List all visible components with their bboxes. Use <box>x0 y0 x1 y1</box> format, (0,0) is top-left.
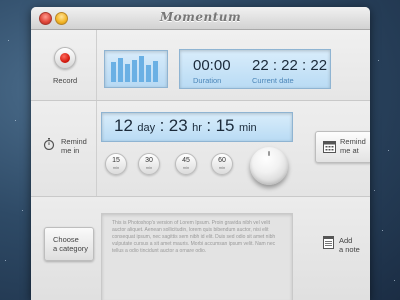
app-window: Momentum Record 00:00 Duration 22 : 22 :… <box>31 7 370 300</box>
remind-at-label-2: me at <box>340 146 359 155</box>
record-button[interactable] <box>54 47 76 69</box>
recorder-section: Record 00:00 Duration 22 : 22 : 22 Curre… <box>31 30 370 101</box>
divider <box>96 30 97 100</box>
current-time-label: Current date <box>252 76 294 85</box>
divider <box>96 101 97 196</box>
notes-section: Choose a category This is Photoshop's ve… <box>31 197 370 300</box>
remind-at-label-1: Remind <box>340 137 366 146</box>
choose-category-button[interactable]: Choose a category <box>44 227 94 261</box>
minutes-unit: min <box>238 122 257 134</box>
app-title: Momentum <box>159 10 242 24</box>
stopwatch-icon <box>43 138 55 150</box>
duration-label: Duration <box>193 76 222 85</box>
record-icon <box>60 53 70 63</box>
countdown-display[interactable]: 12 day : 23 hr : 15 min <box>101 112 293 142</box>
minutes-value: 15 <box>215 116 235 135</box>
remind-in-label-1: Remind <box>61 137 87 146</box>
time-display: 00:00 Duration 22 : 22 : 22 Current date <box>179 49 331 89</box>
hours-unit: hr <box>192 122 202 134</box>
days-value: 12 <box>114 116 133 135</box>
calendar-icon <box>323 141 336 153</box>
remind-me-at-button[interactable]: Remind me at <box>315 131 370 163</box>
title-bar[interactable]: Momentum <box>31 7 370 30</box>
add-note-label-2[interactable]: a note <box>339 245 360 254</box>
note-text: This is Photoshop's version of Lorem Ips… <box>112 220 276 254</box>
knob-pointer <box>268 151 270 156</box>
hours-value: 23 <box>168 116 188 135</box>
preset-45-min-button[interactable]: 45 min <box>175 153 197 175</box>
days-unit: day <box>137 122 156 134</box>
equalizer-icon <box>104 50 168 88</box>
duration-value: 00:00 <box>193 57 231 74</box>
dial-knob[interactable] <box>250 147 288 185</box>
category-label-1: Choose <box>53 235 79 244</box>
note-text-area[interactable]: This is Photoshop's version of Lorem Ips… <box>101 213 293 300</box>
reminder-section: Remind me in 12 day : 23 hr : 15 min 15 … <box>31 101 370 197</box>
preset-30-min-button[interactable]: 30 min <box>138 153 160 175</box>
category-label-2: a category <box>53 244 89 253</box>
preset-60-min-button[interactable]: 60 min <box>211 153 233 175</box>
countdown-value: 12 day : 23 hr : 15 min <box>114 116 257 135</box>
record-label: Record <box>53 76 78 85</box>
add-note-label-1[interactable]: Add <box>339 236 352 245</box>
remind-in-label-2: me in <box>61 146 80 155</box>
preset-15-min-button[interactable]: 15 min <box>105 153 127 175</box>
notepad-icon[interactable] <box>323 235 334 249</box>
current-time-value: 22 : 22 : 22 <box>252 57 328 74</box>
